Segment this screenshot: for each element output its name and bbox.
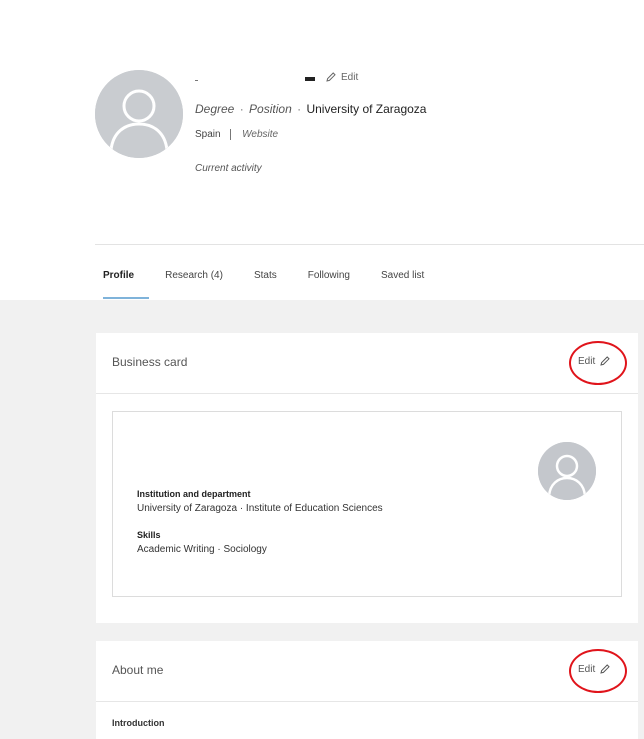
about-me-section: About me Edit Introduction — [96, 641, 638, 739]
tab-profile[interactable]: Profile — [103, 270, 134, 281]
pencil-icon — [326, 72, 336, 82]
profile-name-row: Edit — [195, 68, 358, 86]
title-separator: · — [239, 102, 244, 116]
institution-department-value: University of Zaragoza · Institute of Ed… — [137, 503, 383, 514]
business-card-section: Business card Edit Institution and depar… — [96, 333, 638, 623]
highlight-circle — [569, 341, 627, 385]
business-card-avatar — [538, 442, 596, 500]
avatar-placeholder-icon — [538, 442, 596, 500]
tab-stats[interactable]: Stats — [254, 270, 277, 281]
skills-label: Skills — [137, 530, 161, 540]
profile-avatar[interactable] — [95, 70, 183, 158]
business-card-title: Business card — [112, 355, 188, 369]
website-link[interactable]: Website — [242, 129, 278, 140]
edit-profile-link[interactable]: Edit — [325, 71, 358, 83]
skills-value: Academic Writing · Sociology — [137, 544, 267, 555]
business-card-header: Business card Edit — [96, 333, 638, 394]
degree-text: Degree — [195, 102, 235, 116]
institution-text: University of Zaragoza — [306, 102, 427, 116]
title-separator: · — [297, 102, 302, 116]
profile-tabs: Profile Research (4) Stats Following Sav… — [103, 270, 455, 281]
country-text: Spain — [195, 129, 221, 141]
active-tab-indicator — [103, 297, 149, 299]
current-activity: Current activity — [195, 163, 262, 174]
about-me-header: About me Edit — [96, 641, 638, 702]
highlight-circle — [569, 649, 627, 693]
profile-title-row: Degree · Position · University of Zarago… — [195, 102, 426, 116]
edit-profile-label: Edit — [341, 71, 359, 83]
profile-name-redacted — [195, 72, 315, 82]
tab-saved-list[interactable]: Saved list — [381, 270, 424, 281]
tabs-divider — [95, 244, 644, 245]
profile-page: Edit Degree · Position · University of Z… — [0, 0, 644, 739]
avatar-placeholder-icon — [95, 70, 183, 158]
institution-department-label: Institution and department — [137, 489, 251, 499]
about-me-title: About me — [112, 663, 164, 677]
tab-research[interactable]: Research (4) — [165, 270, 223, 281]
business-card-preview: Institution and department University of… — [112, 411, 622, 597]
location-row: Spain Website — [195, 129, 278, 140]
position-text: Position — [249, 102, 292, 116]
location-divider — [230, 129, 232, 140]
tab-following[interactable]: Following — [308, 270, 350, 281]
profile-header: Edit Degree · Position · University of Z… — [0, 0, 644, 300]
introduction-label: Introduction — [112, 718, 165, 728]
